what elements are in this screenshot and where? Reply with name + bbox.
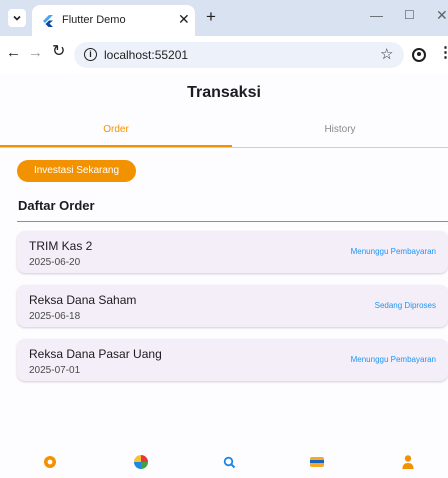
order-date: 2025-06-18 bbox=[29, 311, 81, 322]
tab-bar: Order History bbox=[0, 112, 448, 148]
close-tab-icon[interactable]: ✕ bbox=[178, 12, 190, 26]
bottom-navigation bbox=[0, 446, 448, 478]
order-date: 2025-06-20 bbox=[29, 257, 81, 268]
wallet-icon[interactable] bbox=[307, 452, 327, 472]
order-card[interactable]: TRIM Kas 2 2025-06-20 Menunggu Pembayara… bbox=[17, 231, 448, 273]
order-name: Reksa Dana Pasar Uang bbox=[29, 347, 162, 361]
order-status: Menunggu Pembayaran bbox=[350, 355, 436, 364]
app-content: Transaksi Order History Investasi Sekara… bbox=[0, 74, 448, 478]
tab-indicator bbox=[0, 145, 232, 147]
invest-now-button[interactable]: Investasi Sekarang bbox=[17, 160, 136, 182]
tab-history[interactable]: History bbox=[232, 112, 448, 148]
reload-icon[interactable]: ↻ bbox=[52, 44, 65, 60]
order-name: Reksa Dana Saham bbox=[29, 293, 137, 307]
tab-title: Flutter Demo bbox=[62, 14, 126, 26]
section-title: Daftar Order bbox=[18, 198, 95, 213]
order-card[interactable]: Reksa Dana Saham 2025-06-18 Sedang Dipro… bbox=[17, 285, 448, 327]
profile-icon[interactable] bbox=[412, 48, 426, 62]
maximize-icon[interactable]: ☐ bbox=[404, 8, 415, 22]
url-text[interactable]: localhost:55201 bbox=[104, 48, 188, 62]
kebab-menu-icon[interactable]: ⋮ bbox=[438, 45, 448, 60]
order-name: TRIM Kas 2 bbox=[29, 239, 93, 253]
page-title: Transaksi bbox=[187, 84, 261, 101]
profile-icon[interactable] bbox=[398, 452, 418, 472]
flutter-logo-icon bbox=[43, 15, 53, 27]
chevron-down-icon bbox=[13, 15, 21, 21]
divider bbox=[17, 221, 448, 222]
order-status: Menunggu Pembayaran bbox=[350, 247, 436, 256]
home-icon[interactable] bbox=[40, 452, 60, 472]
forward-arrow-icon[interactable]: → bbox=[28, 45, 43, 60]
search-icon[interactable] bbox=[219, 452, 239, 472]
site-info-icon[interactable]: i bbox=[84, 48, 97, 61]
minimize-icon[interactable]: — bbox=[370, 8, 383, 23]
new-tab-icon[interactable]: + bbox=[206, 8, 216, 25]
back-arrow-icon[interactable]: ← bbox=[6, 45, 21, 60]
pie-chart-icon[interactable] bbox=[131, 452, 151, 472]
order-card[interactable]: Reksa Dana Pasar Uang 2025-07-01 Menungg… bbox=[17, 339, 448, 381]
close-window-icon[interactable]: ✕ bbox=[436, 7, 448, 24]
browser-tab-strip: Flutter Demo ✕ + — ☐ ✕ bbox=[0, 0, 448, 36]
bookmark-star-icon[interactable]: ☆ bbox=[380, 45, 393, 63]
address-bar[interactable]: i localhost:55201 ☆ bbox=[74, 42, 404, 68]
tab-search-button[interactable] bbox=[8, 9, 26, 27]
order-date: 2025-07-01 bbox=[29, 365, 81, 376]
order-status: Sedang Diproses bbox=[374, 301, 436, 310]
browser-tab[interactable]: Flutter Demo ✕ bbox=[32, 5, 195, 36]
tab-order[interactable]: Order bbox=[0, 112, 232, 148]
browser-toolbar: ← → ↻ i localhost:55201 ☆ ⋮ bbox=[0, 36, 448, 74]
